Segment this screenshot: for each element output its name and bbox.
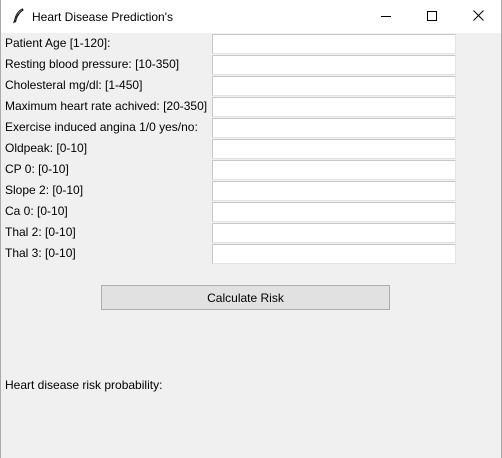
oldpeak-label: Oldpeak: [0-10] bbox=[5, 141, 88, 155]
resting-blood-pressure-label: Resting blood pressure: [10-350] bbox=[5, 57, 180, 71]
ca-0-label: Ca 0: [0-10] bbox=[5, 204, 68, 218]
thal-3-input[interactable] bbox=[212, 244, 456, 264]
minimize-icon bbox=[381, 10, 391, 24]
close-icon bbox=[472, 9, 484, 24]
calculate-risk-button[interactable]: Calculate Risk bbox=[101, 285, 390, 310]
cp-0-label: CP 0: [0-10] bbox=[5, 162, 69, 176]
cholesterol-label: Cholesteral mg/dl: [1-450] bbox=[5, 78, 143, 92]
ca-0-input[interactable] bbox=[212, 202, 456, 222]
patient-age-input[interactable] bbox=[212, 34, 456, 54]
thal-3-label: Thal 3: [0-10] bbox=[5, 246, 76, 260]
risk-probability-label: Heart disease risk probability: bbox=[5, 378, 163, 392]
slope-2-input[interactable] bbox=[212, 181, 456, 201]
close-button[interactable] bbox=[455, 0, 501, 33]
resting-blood-pressure-input[interactable] bbox=[212, 55, 456, 75]
slope-2-label: Slope 2: [0-10] bbox=[5, 183, 84, 197]
window-title: Heart Disease Prediction's bbox=[32, 10, 174, 24]
cholesterol-input[interactable] bbox=[212, 76, 456, 96]
thal-2-label: Thal 2: [0-10] bbox=[5, 225, 76, 239]
maximize-icon bbox=[427, 10, 437, 24]
max-heart-rate-label: Maximum heart rate achived: [20-350] bbox=[5, 99, 208, 113]
max-heart-rate-input[interactable] bbox=[212, 97, 456, 117]
oldpeak-input[interactable] bbox=[212, 139, 456, 159]
app-window: Heart Disease Prediction's Patient Age [… bbox=[0, 0, 502, 458]
exercise-angina-label: Exercise induced angina 1/0 yes/no: bbox=[5, 120, 198, 134]
thal-2-input[interactable] bbox=[212, 223, 456, 243]
maximize-button[interactable] bbox=[409, 0, 455, 33]
feather-icon bbox=[11, 8, 25, 24]
patient-age-label: Patient Age [1-120]: bbox=[5, 36, 111, 50]
title-bar[interactable]: Heart Disease Prediction's bbox=[1, 0, 501, 33]
exercise-angina-input[interactable] bbox=[212, 118, 456, 138]
minimize-button[interactable] bbox=[363, 0, 409, 33]
cp-0-input[interactable] bbox=[212, 160, 456, 180]
